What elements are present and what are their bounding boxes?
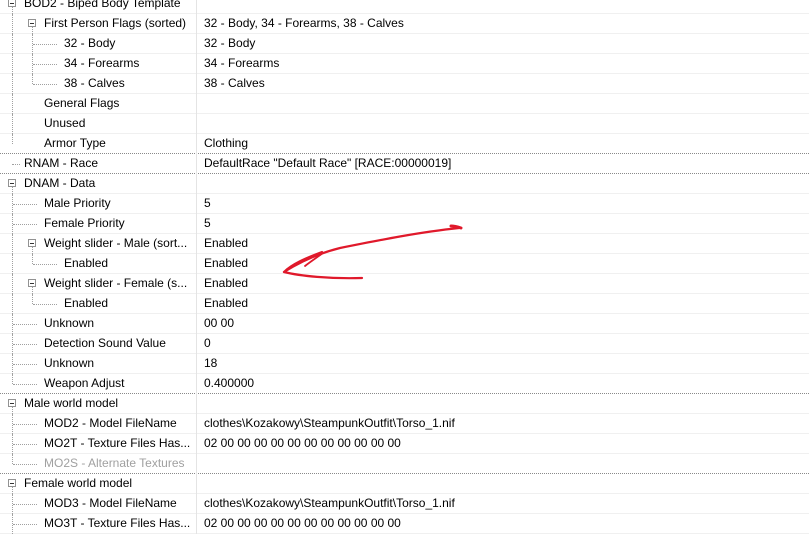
row-value: [196, 114, 809, 134]
row-label: Weapon Adjust: [44, 376, 125, 390]
row-label: BOD2 - Biped Body Template: [24, 0, 181, 10]
row-label: MO2S - Alternate Textures: [44, 456, 185, 470]
row-value: [196, 454, 809, 474]
row-value: Enabled: [196, 294, 809, 314]
row-label: 34 - Forearms: [64, 56, 140, 70]
row-label: General Flags: [44, 96, 120, 110]
tree-row-weight-slider-female-enabled[interactable]: Enabled Enabled: [0, 294, 809, 314]
row-value: Enabled: [196, 274, 809, 294]
tree-row-male-world-model[interactable]: Male world model: [0, 394, 809, 414]
row-label: Unknown: [44, 356, 95, 370]
row-label: MOD2 - Model FileName: [44, 416, 177, 430]
tree-row-unknown-2[interactable]: Unknown 18: [0, 354, 809, 374]
collapse-toggle-icon[interactable]: [8, 0, 16, 7]
row-label: Detection Sound Value: [44, 336, 166, 350]
tree-row-unknown-1[interactable]: Unknown 00 00: [0, 314, 809, 334]
row-label: Unknown: [44, 316, 95, 330]
collapse-toggle-icon[interactable]: [8, 179, 16, 187]
tree-row-bod2[interactable]: BOD2 - Biped Body Template: [0, 0, 809, 14]
tree-row-weight-slider-male-enabled[interactable]: Enabled Enabled: [0, 254, 809, 274]
row-value: [196, 474, 809, 494]
row-value: 38 - Calves: [196, 74, 809, 94]
row-value: 32 - Body: [196, 34, 809, 54]
tree-row-weapon-adjust[interactable]: Weapon Adjust 0.400000: [0, 374, 809, 394]
tree-row-flag-body[interactable]: 32 - Body 32 - Body: [0, 34, 809, 54]
tree-row-unused[interactable]: Unused: [0, 114, 809, 134]
row-value: [196, 394, 809, 414]
tree-row-mo2s-alternate-textures[interactable]: MO2S - Alternate Textures: [0, 454, 809, 474]
row-value: 02 00 00 00 00 00 00 00 00 00 00 00: [196, 434, 809, 454]
row-label: Female world model: [24, 476, 133, 490]
row-label: Enabled: [64, 256, 109, 270]
row-value: 0: [196, 334, 809, 354]
row-label: Weight slider - Male (sort...: [44, 236, 188, 250]
row-label: Enabled: [64, 296, 109, 310]
tree-row-first-person-flags[interactable]: First Person Flags (sorted) 32 - Body, 3…: [0, 14, 809, 34]
tree-row-armor-type[interactable]: Armor Type Clothing: [0, 134, 809, 154]
tree-row-female-priority[interactable]: Female Priority 5: [0, 214, 809, 234]
tree-row-mod2-model-filename[interactable]: MOD2 - Model FileName clothes\Kozakowy\S…: [0, 414, 809, 434]
row-value: 18: [196, 354, 809, 374]
row-value: DefaultRace "Default Race" [RACE:0000001…: [196, 154, 809, 174]
row-value: clothes\Kozakowy\SteampunkOutfit\Torso_1…: [196, 494, 809, 514]
row-value: 5: [196, 194, 809, 214]
collapse-toggle-icon[interactable]: [28, 239, 36, 247]
row-label: 38 - Calves: [64, 76, 125, 90]
row-label: Female Priority: [44, 216, 125, 230]
row-label: Armor Type: [44, 136, 106, 150]
collapse-toggle-icon[interactable]: [28, 19, 36, 27]
collapse-toggle-icon[interactable]: [28, 279, 36, 287]
tree-row-female-world-model[interactable]: Female world model: [0, 474, 809, 494]
row-label: Male world model: [24, 396, 119, 410]
collapse-toggle-icon[interactable]: [8, 479, 16, 487]
tree-row-rnam-race[interactable]: RNAM - Race DefaultRace "Default Race" […: [0, 154, 809, 174]
tree-row-mo3t-texture-files[interactable]: MO3T - Texture Files Has... 02 00 00 00 …: [0, 514, 809, 534]
row-value: Enabled: [196, 254, 809, 274]
row-value: clothes\Kozakowy\SteampunkOutfit\Torso_1…: [196, 414, 809, 434]
row-value: 02 00 00 00 00 00 00 00 00 00 00 00: [196, 514, 809, 534]
row-value: 34 - Forearms: [196, 54, 809, 74]
row-value: 00 00: [196, 314, 809, 334]
tree-row-detection-sound-value[interactable]: Detection Sound Value 0: [0, 334, 809, 354]
row-label: MO3T - Texture Files Has...: [44, 516, 191, 530]
tree-row-mod3-model-filename[interactable]: MOD3 - Model FileName clothes\Kozakowy\S…: [0, 494, 809, 514]
tree-row-mo2t-texture-files[interactable]: MO2T - Texture Files Has... 02 00 00 00 …: [0, 434, 809, 454]
tree-row-weight-slider-male[interactable]: Weight slider - Male (sort... Enabled: [0, 234, 809, 254]
tree-row-male-priority[interactable]: Male Priority 5: [0, 194, 809, 214]
tree-row-dnam-data[interactable]: DNAM - Data: [0, 174, 809, 194]
row-label: Unused: [44, 116, 86, 130]
row-label: Male Priority: [44, 196, 111, 210]
row-label: Weight slider - Female (s...: [44, 276, 188, 290]
row-label: MOD3 - Model FileName: [44, 496, 177, 510]
row-value: [196, 174, 809, 194]
row-value: [196, 94, 809, 114]
row-value: Enabled: [196, 234, 809, 254]
row-label: RNAM - Race: [24, 156, 99, 170]
row-value: 0.400000: [196, 374, 809, 394]
record-tree-view[interactable]: BOD2 - Biped Body Template First Person …: [0, 0, 809, 534]
row-label: 32 - Body: [64, 36, 116, 50]
tree-row-flag-calves[interactable]: 38 - Calves 38 - Calves: [0, 74, 809, 94]
row-value: 5: [196, 214, 809, 234]
row-label: MO2T - Texture Files Has...: [44, 436, 191, 450]
row-label: DNAM - Data: [24, 176, 96, 190]
tree-row-general-flags[interactable]: General Flags: [0, 94, 809, 114]
tree-row-weight-slider-female[interactable]: Weight slider - Female (s... Enabled: [0, 274, 809, 294]
collapse-toggle-icon[interactable]: [8, 399, 16, 407]
row-label: First Person Flags (sorted): [44, 16, 187, 30]
row-value: [196, 0, 809, 14]
tree-row-flag-forearms[interactable]: 34 - Forearms 34 - Forearms: [0, 54, 809, 74]
row-value: Clothing: [196, 134, 809, 154]
row-value: 32 - Body, 34 - Forearms, 38 - Calves: [196, 14, 809, 34]
